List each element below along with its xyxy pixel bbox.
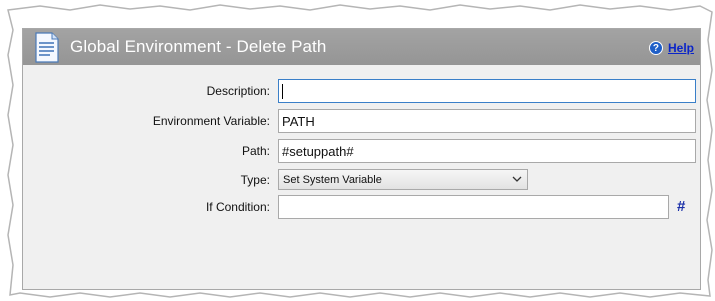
- help-link[interactable]: ? Help: [648, 40, 694, 56]
- description-input[interactable]: [278, 79, 696, 103]
- chevron-down-icon: [512, 176, 522, 182]
- env-var-row: Environment Variable: PATH: [23, 109, 700, 133]
- text-caret: [282, 84, 283, 99]
- delete-path-panel: Global Environment - Delete Path ? Help …: [22, 28, 701, 290]
- env-var-input[interactable]: PATH: [278, 109, 696, 133]
- type-row: Type: Set System Variable: [23, 169, 700, 193]
- type-label: Type:: [240, 173, 270, 187]
- document-icon: [35, 32, 59, 63]
- type-select[interactable]: Set System Variable: [278, 169, 528, 190]
- help-label[interactable]: Help: [668, 41, 694, 55]
- help-icon[interactable]: ?: [648, 41, 663, 55]
- variable-picker-icon[interactable]: #: [677, 198, 685, 215]
- panel-header: Global Environment - Delete Path ? Help: [23, 29, 700, 65]
- description-row: Description:: [23, 79, 700, 103]
- path-label: Path:: [241, 144, 270, 158]
- path-row: Path: #setuppath#: [23, 139, 700, 163]
- if-condition-label: If Condition:: [205, 200, 270, 214]
- page-title: Global Environment - Delete Path: [70, 37, 327, 56]
- type-select-value: Set System Variable: [283, 174, 382, 186]
- description-label: Description:: [206, 84, 270, 98]
- if-condition-row: If Condition: #: [23, 195, 700, 219]
- env-var-label: Environment Variable:: [152, 114, 270, 128]
- if-condition-input[interactable]: [278, 195, 669, 219]
- path-input[interactable]: #setuppath#: [278, 139, 696, 163]
